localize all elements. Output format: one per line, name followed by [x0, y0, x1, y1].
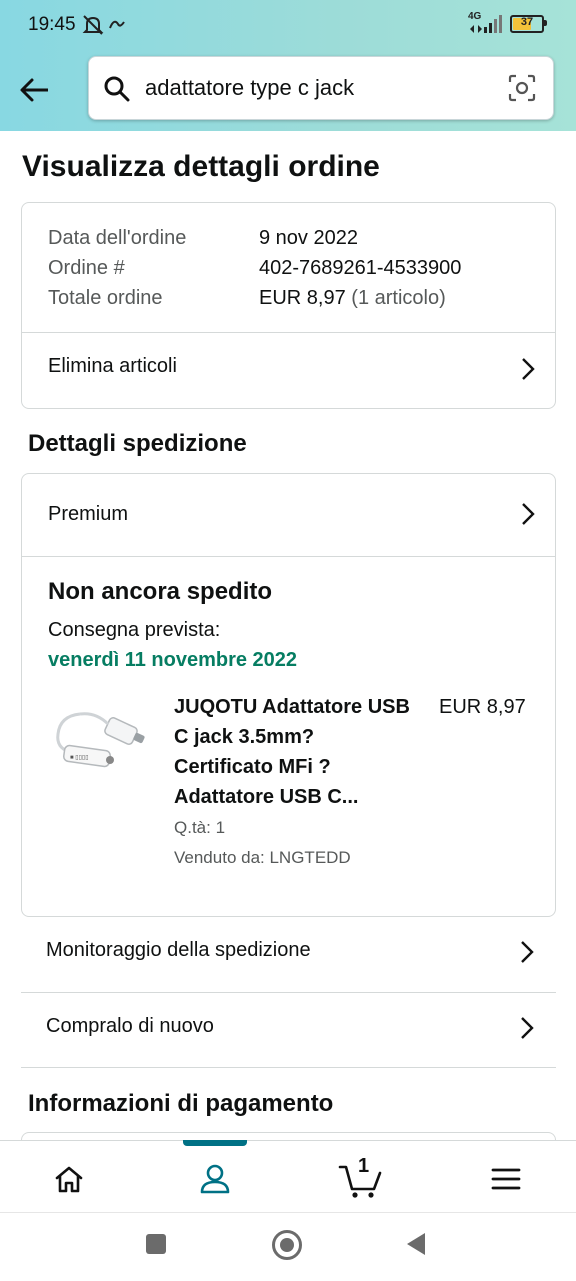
- recent-apps-button[interactable]: [146, 1234, 166, 1254]
- system-navigation-bar: [0, 1212, 576, 1281]
- payment-section-title: Informazioni di pagamento: [28, 1090, 334, 1117]
- chevron-right-icon: [522, 503, 535, 525]
- shipping-card: Premium Non ancora spedito Consegna prev…: [21, 473, 556, 917]
- shipping-section-title: Dettagli spedizione: [28, 430, 247, 457]
- hamburger-menu-icon: [491, 1168, 521, 1190]
- battery-icon: 37: [510, 15, 547, 33]
- product-seller: Venduto da: LNGTEDD: [174, 848, 351, 867]
- page-title: Visualizza dettagli ordine: [22, 150, 380, 183]
- svg-text:■ ▯▯▯▯: ■ ▯▯▯▯: [70, 755, 89, 761]
- usb-c-adapter-image: ■ ▯▯▯▯: [56, 712, 145, 768]
- search-input[interactable]: adattatore type c jack: [145, 75, 354, 101]
- account-icon: [200, 1164, 230, 1194]
- home-tab[interactable]: [47, 1159, 91, 1199]
- search-bar[interactable]: adattatore type c jack: [88, 56, 554, 120]
- track-shipment-label: Monitoraggio della spedizione: [46, 939, 311, 961]
- product-price: EUR 8,97: [439, 696, 526, 718]
- order-total-value: EUR 8,97 (1 articolo): [259, 287, 446, 310]
- shipping-type-label: Premium: [48, 503, 129, 525]
- signal-icon: 4G: [468, 11, 504, 35]
- menu-tab[interactable]: [484, 1159, 528, 1199]
- buy-again-link[interactable]: Compralo di nuovo: [21, 993, 554, 1067]
- delete-items-link[interactable]: Elimina articoli: [22, 333, 555, 407]
- delivery-label: Consegna prevista:: [48, 619, 221, 641]
- back-triangle-icon[interactable]: [405, 1231, 427, 1257]
- order-date-label: Data dell'ordine: [48, 227, 187, 249]
- delivery-date: venerdì 11 novembre 2022: [48, 649, 298, 671]
- search-icon: [104, 76, 130, 102]
- home-icon: [55, 1166, 83, 1193]
- buy-again-label: Compralo di nuovo: [46, 1015, 214, 1037]
- back-button[interactable]: [14, 70, 54, 110]
- active-tab-indicator: [183, 1140, 247, 1146]
- bottom-navigation: 1: [0, 1140, 576, 1213]
- battery-level: 37: [520, 16, 534, 28]
- order-total-amount: EUR 8,97: [259, 287, 346, 309]
- cart-count: 1: [358, 1155, 370, 1177]
- mute-bell-icon: [82, 15, 125, 35]
- back-arrow-icon: [20, 78, 48, 102]
- account-tab[interactable]: [193, 1159, 237, 1199]
- order-total-label: Totale ordine: [48, 287, 163, 309]
- shipping-type-link[interactable]: Premium: [22, 474, 555, 556]
- order-number-label: Ordine #: [48, 257, 125, 279]
- home-button[interactable]: [272, 1230, 302, 1260]
- status-right-icons: 4G 37: [468, 11, 547, 35]
- camera-scan-icon: [508, 74, 536, 102]
- order-total-items: (1 articolo): [351, 287, 446, 309]
- status-time: 19:45: [28, 14, 76, 35]
- chevron-right-icon: [521, 941, 534, 963]
- shipping-status: Non ancora spedito: [48, 578, 273, 605]
- track-shipment-link[interactable]: Monitoraggio della spedizione: [21, 917, 554, 991]
- cart-tab[interactable]: 1: [336, 1155, 386, 1199]
- product-title[interactable]: JUQOTU Adattatore USB C jack 3.5mm? Cert…: [174, 692, 414, 812]
- status-bar: 19:45 4G 37: [0, 0, 576, 52]
- order-summary-card: Data dell'ordine 9 nov 2022 Ordine # 402…: [21, 202, 556, 409]
- order-date-value: 9 nov 2022: [259, 227, 358, 249]
- divider: [22, 556, 555, 557]
- chevron-right-icon: [522, 358, 535, 380]
- status-left-icons: [82, 12, 128, 43]
- product-quantity: Q.tà: 1: [174, 818, 226, 837]
- delete-items-label: Elimina articoli: [48, 355, 177, 377]
- chevron-right-icon: [521, 1017, 534, 1039]
- order-number-value: 402-7689261-4533900: [259, 257, 462, 279]
- product-image[interactable]: ■ ▯▯▯▯: [50, 704, 150, 784]
- divider: [21, 1067, 556, 1068]
